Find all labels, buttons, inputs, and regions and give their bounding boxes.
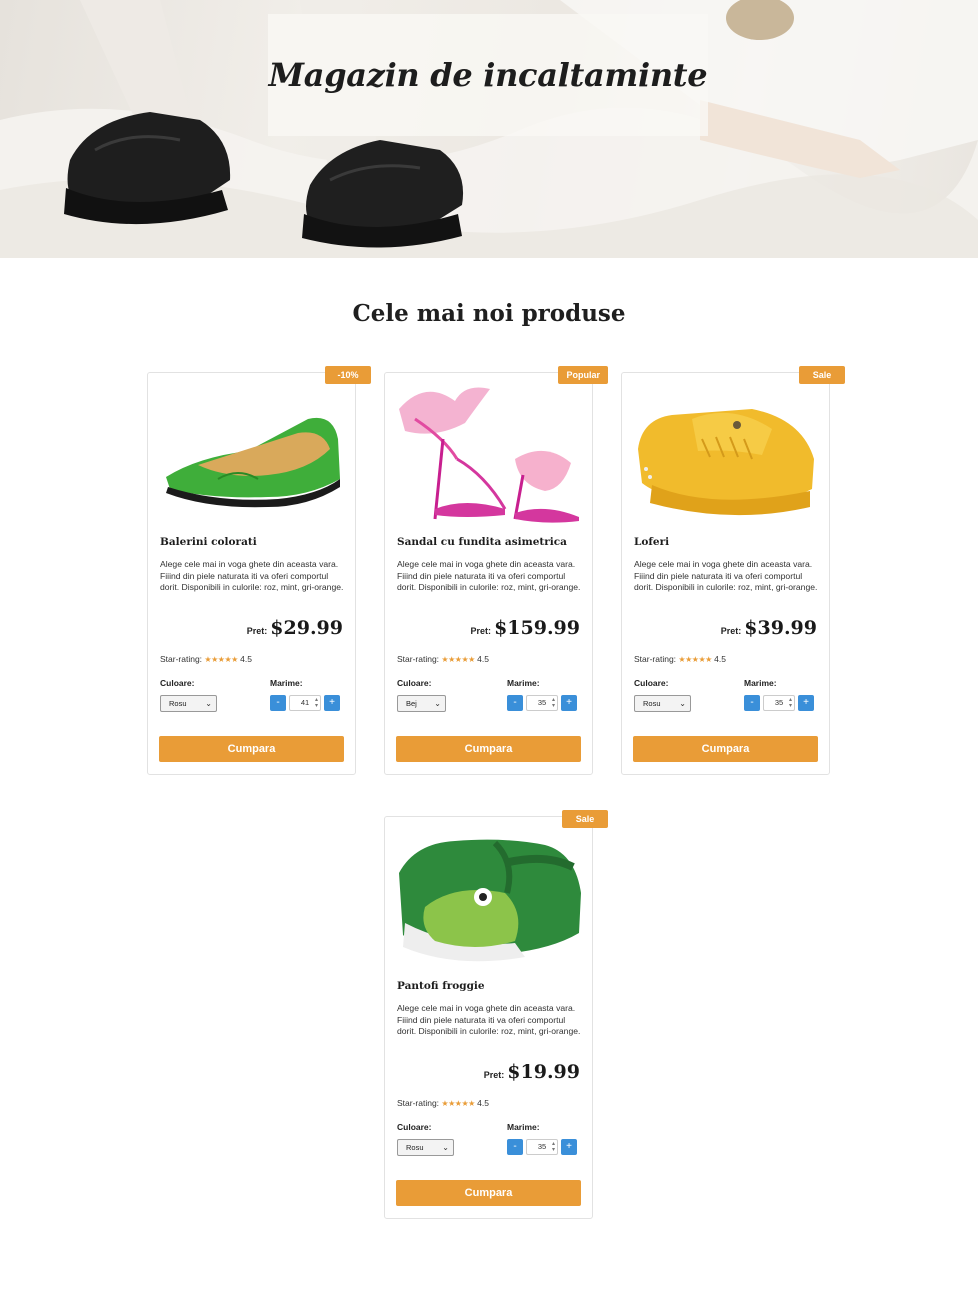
price-label: Pret: [483, 1070, 505, 1080]
star-rating: Star-rating: ★★★★★ 4.5 [160, 654, 252, 664]
increase-size-button[interactable]: + [561, 1139, 577, 1155]
color-select[interactable]: Bej ⌄ [397, 695, 446, 712]
hero-title-box: Magazin de incaltaminte [268, 14, 708, 136]
star-rating: Star-rating: ★★★★★ 4.5 [397, 1098, 489, 1108]
buy-button[interactable]: Cumpara [396, 1180, 581, 1206]
rating-value: 4.5 [240, 654, 252, 664]
product-card: -10% Balerini colorati Alege cele mai in… [147, 366, 371, 775]
price-row: Pret: $159.99 [471, 617, 580, 639]
increase-size-button[interactable]: + [561, 695, 577, 711]
color-label: Culoare: [397, 1122, 432, 1132]
product-card: Popular Sandal cu fundita asimetrica Ale… [384, 366, 608, 775]
rating-value: 4.5 [477, 654, 489, 664]
spinner-icon: ▴ ▾ [551, 697, 555, 709]
spinner-icon: ▴ ▾ [788, 697, 792, 709]
star-rating: Star-rating: ★★★★★ 4.5 [634, 654, 726, 664]
product-card: Sale Pantofi froggie Alege cele mai in v… [384, 810, 608, 1219]
size-stepper: - 35 ▴ ▾ + [507, 695, 577, 711]
color-select-value: Rosu [643, 699, 661, 708]
price-value: $159.99 [494, 617, 580, 639]
color-select[interactable]: Rosu ⌄ [634, 695, 691, 712]
chevron-down-icon: ⌄ [205, 699, 212, 708]
increase-size-button[interactable]: + [798, 695, 814, 711]
price-value: $19.99 [507, 1061, 580, 1083]
decrease-size-button[interactable]: - [270, 695, 286, 711]
size-label: Marime: [507, 1122, 540, 1132]
price-label: Pret: [470, 626, 492, 636]
star-icon: ★★★★★ [204, 655, 238, 664]
star-rating: Star-rating: ★★★★★ 4.5 [397, 654, 489, 664]
rating-label: Star-rating: [634, 654, 677, 664]
chevron-down-icon: ⌄ [434, 699, 441, 708]
product-card: Sale Loferi Alege cele mai in voga ghete… [621, 366, 845, 775]
buy-button[interactable]: Cumpara [159, 736, 344, 762]
green-flat-shoe-image [166, 417, 340, 508]
star-icon: ★★★★★ [678, 655, 712, 664]
size-stepper: - 35 ▴ ▾ + [507, 1139, 577, 1155]
product-description: Alege cele mai in voga ghete din aceasta… [397, 559, 581, 593]
size-input[interactable]: 35 ▴ ▾ [763, 695, 795, 711]
color-label: Culoare: [160, 678, 195, 688]
pink-bow-sandal-image [399, 387, 579, 523]
star-icon: ★★★★★ [441, 655, 475, 664]
rating-label: Star-rating: [397, 654, 440, 664]
buy-button[interactable]: Cumpara [396, 736, 581, 762]
rating-label: Star-rating: [160, 654, 203, 664]
price-label: Pret: [720, 626, 742, 636]
color-select-value: Rosu [406, 1143, 424, 1152]
hero-banner: Magazin de incaltaminte [0, 0, 978, 258]
price-row: Pret: $39.99 [721, 617, 817, 639]
color-select-value: Rosu [169, 699, 187, 708]
size-label: Marime: [744, 678, 777, 688]
size-input[interactable]: 35 ▴ ▾ [526, 695, 558, 711]
price-row: Pret: $29.99 [247, 617, 343, 639]
color-select[interactable]: Rosu ⌄ [160, 695, 217, 712]
section-title: Cele mai noi produse [352, 300, 626, 327]
star-icon: ★★★★★ [441, 1099, 475, 1108]
hero-title: Magazin de incaltaminte [268, 56, 708, 94]
color-label: Culoare: [634, 678, 669, 688]
product-name: Loferi [634, 536, 670, 548]
product-description: Alege cele mai in voga ghete din aceasta… [397, 1003, 581, 1037]
product-name: Balerini colorati [160, 536, 257, 548]
size-stepper: - 41 ▴ ▾ + [270, 695, 340, 711]
size-input[interactable]: 41 ▴ ▾ [289, 695, 321, 711]
size-input[interactable]: 35 ▴ ▾ [526, 1139, 558, 1155]
price-value: $29.99 [270, 617, 343, 639]
rating-label: Star-rating: [397, 1098, 440, 1108]
price-row: Pret: $19.99 [484, 1061, 580, 1083]
price-label: Pret: [246, 626, 268, 636]
color-label: Culoare: [397, 678, 432, 688]
color-select-value: Bej [406, 699, 417, 708]
buy-button[interactable]: Cumpara [633, 736, 818, 762]
product-description: Alege cele mai in voga ghete din aceasta… [634, 559, 818, 593]
yellow-loafer-image [638, 409, 814, 516]
size-label: Marime: [270, 678, 303, 688]
decrease-size-button[interactable]: - [744, 695, 760, 711]
chevron-down-icon: ⌄ [442, 1143, 449, 1152]
rating-value: 4.5 [714, 654, 726, 664]
rating-value: 4.5 [477, 1098, 489, 1108]
decrease-size-button[interactable]: - [507, 695, 523, 711]
chevron-down-icon: ⌄ [679, 699, 686, 708]
green-frog-shoe-image [399, 839, 581, 962]
color-select[interactable]: Rosu ⌄ [397, 1139, 454, 1156]
product-description: Alege cele mai in voga ghete din aceasta… [160, 559, 344, 593]
price-value: $39.99 [744, 617, 817, 639]
spinner-icon: ▴ ▾ [314, 697, 318, 709]
size-label: Marime: [507, 678, 540, 688]
decrease-size-button[interactable]: - [507, 1139, 523, 1155]
size-stepper: - 35 ▴ ▾ + [744, 695, 814, 711]
product-name: Sandal cu fundita asimetrica [397, 536, 567, 548]
increase-size-button[interactable]: + [324, 695, 340, 711]
product-name: Pantofi froggie [397, 980, 485, 992]
spinner-icon: ▴ ▾ [551, 1141, 555, 1153]
